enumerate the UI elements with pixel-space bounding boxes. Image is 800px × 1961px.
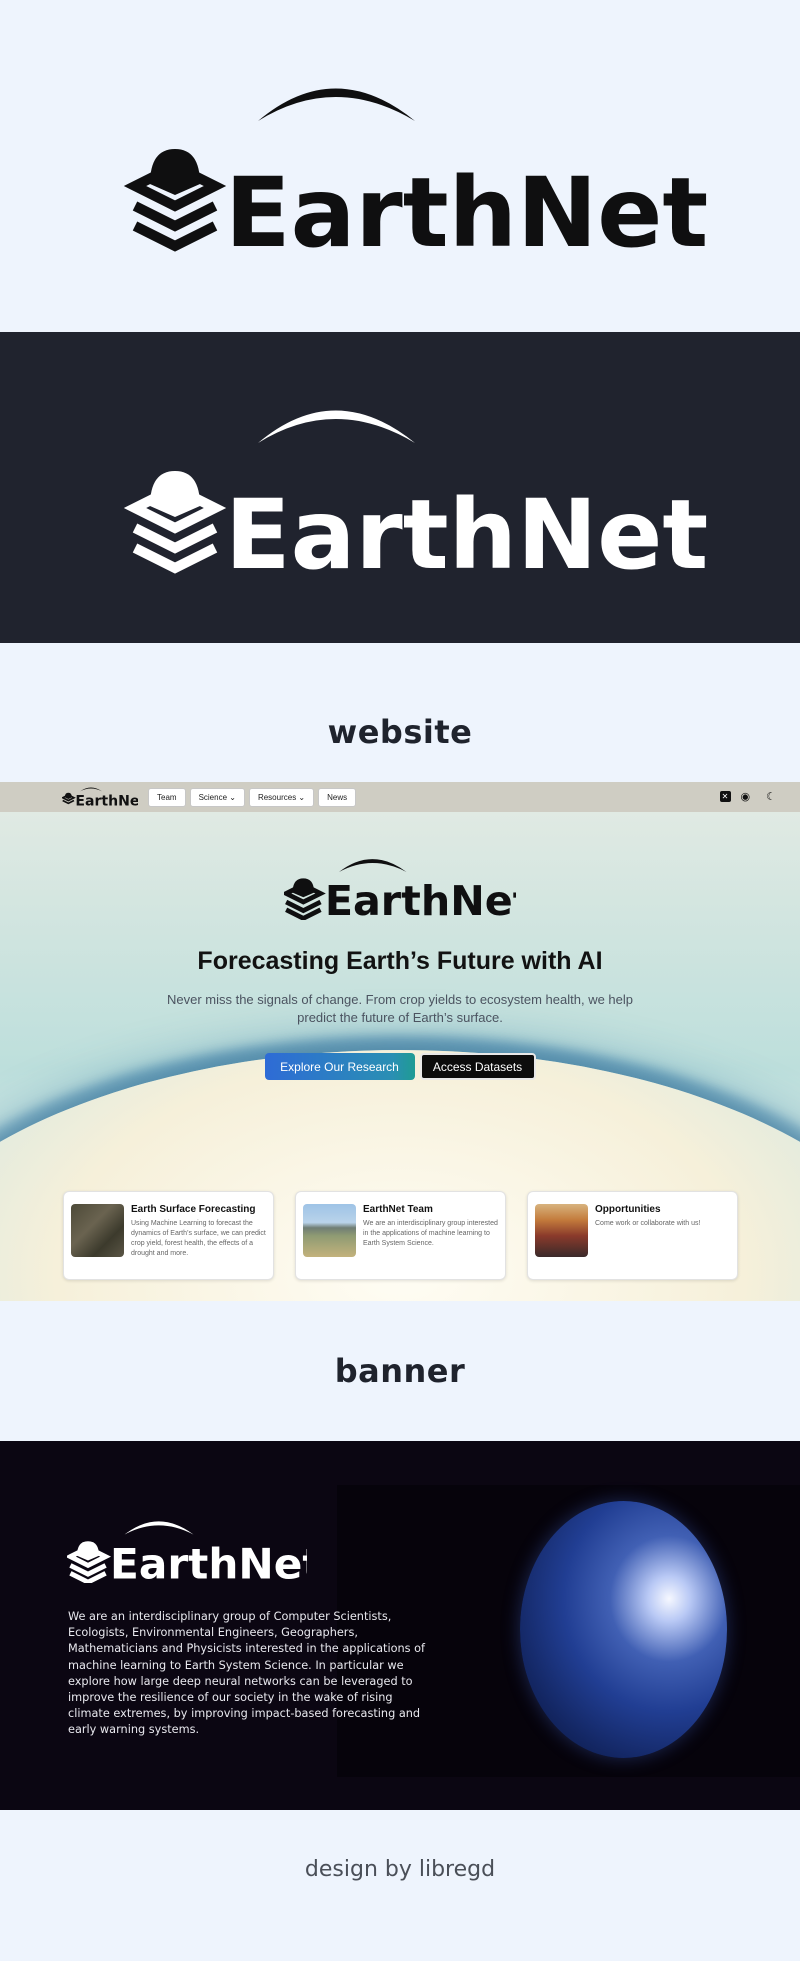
section-label-website: website <box>327 713 473 751</box>
card-opportunities[interactable]: Opportunities Come work or collaborate w… <box>527 1191 738 1280</box>
nav-right-icons: ✕ ◉ ☾ <box>719 790 776 803</box>
logo-wordmark: EarthNet <box>225 479 708 591</box>
logo-wordmark: EarthNet <box>225 157 708 269</box>
nav-logo[interactable]: EarthNet <box>62 787 138 807</box>
section-label-banner: banner <box>334 1352 466 1390</box>
banner-panel: EarthNet We are an interdisciplinary gro… <box>0 1441 800 1810</box>
nav-science[interactable]: Science ⌄ <box>189 787 245 807</box>
nav-team[interactable]: Team <box>148 787 186 807</box>
hero-title: Forecasting Earth’s Future with AI <box>197 947 603 975</box>
card-description: We are an interdisciplinary group intere… <box>363 1220 498 1247</box>
card-thumbnail <box>303 1204 356 1257</box>
svg-text:EarthNet: EarthNet <box>325 877 516 920</box>
earthnet-logo-small: EarthNet <box>62 787 138 807</box>
explore-research-button[interactable]: Explore Our Research <box>264 1053 415 1080</box>
hero-subtitle: Never miss the signals of change. From c… <box>166 992 634 1025</box>
card-thumbnail <box>71 1204 124 1257</box>
design-credit: design by libregd <box>304 1857 496 1882</box>
nav-resources[interactable]: Resources ⌄ <box>248 787 315 807</box>
layers-icon <box>123 470 227 574</box>
banner-description: We are an interdisciplinary group of Com… <box>68 1610 426 1737</box>
card-earth-surface-forecasting[interactable]: Earth Surface Forecasting Using Machine … <box>63 1191 274 1280</box>
card-description: Come work or collaborate with us! <box>595 1220 701 1227</box>
card-title: EarthNet Team <box>363 1204 433 1215</box>
earthnet-logo-hero: EarthNet <box>284 859 516 920</box>
site-navbar: EarthNet Team Science ⌄ Resources ⌄ News… <box>0 782 800 812</box>
svg-text:EarthNet: EarthNet <box>75 793 138 807</box>
card-thumbnail <box>535 1204 588 1257</box>
x-icon[interactable]: ✕ <box>719 791 731 802</box>
nav-news[interactable]: News <box>318 787 357 807</box>
card-title: Opportunities <box>595 1204 661 1215</box>
moon-icon[interactable]: ☾ <box>766 790 776 803</box>
access-datasets-button[interactable]: Access Datasets <box>419 1053 536 1080</box>
hero-actions: Explore Our Research Access Datasets <box>0 1053 800 1080</box>
earthnet-logo: EarthNet <box>123 88 708 269</box>
card-earthnet-team[interactable]: EarthNet Team We are an interdisciplinar… <box>295 1191 506 1280</box>
banner-logo: EarthNet <box>64 1517 323 1589</box>
planet-earth-image <box>520 1501 727 1758</box>
feature-cards: Earth Surface Forecasting Using Machine … <box>63 1191 738 1280</box>
logo-light-panel: EarthNet <box>0 0 800 332</box>
logo-dark-panel: EarthNet <box>0 332 800 643</box>
hero-logo: EarthNet <box>0 854 800 920</box>
logo-arc <box>258 88 415 121</box>
card-title: Earth Surface Forecasting <box>131 1204 256 1215</box>
card-description: Using Machine Learning to forecast the d… <box>131 1220 266 1257</box>
github-icon[interactable]: ◉ <box>741 790 751 803</box>
logo-arc <box>258 410 415 443</box>
website-screenshot: EarthNet Team Science ⌄ Resources ⌄ News… <box>0 782 800 1301</box>
earthnet-logo-white: EarthNet <box>123 410 708 591</box>
earthnet-logo-banner: EarthNet <box>64 1521 323 1589</box>
svg-text:EarthNet: EarthNet <box>110 1540 307 1583</box>
layers-icon <box>123 149 227 252</box>
